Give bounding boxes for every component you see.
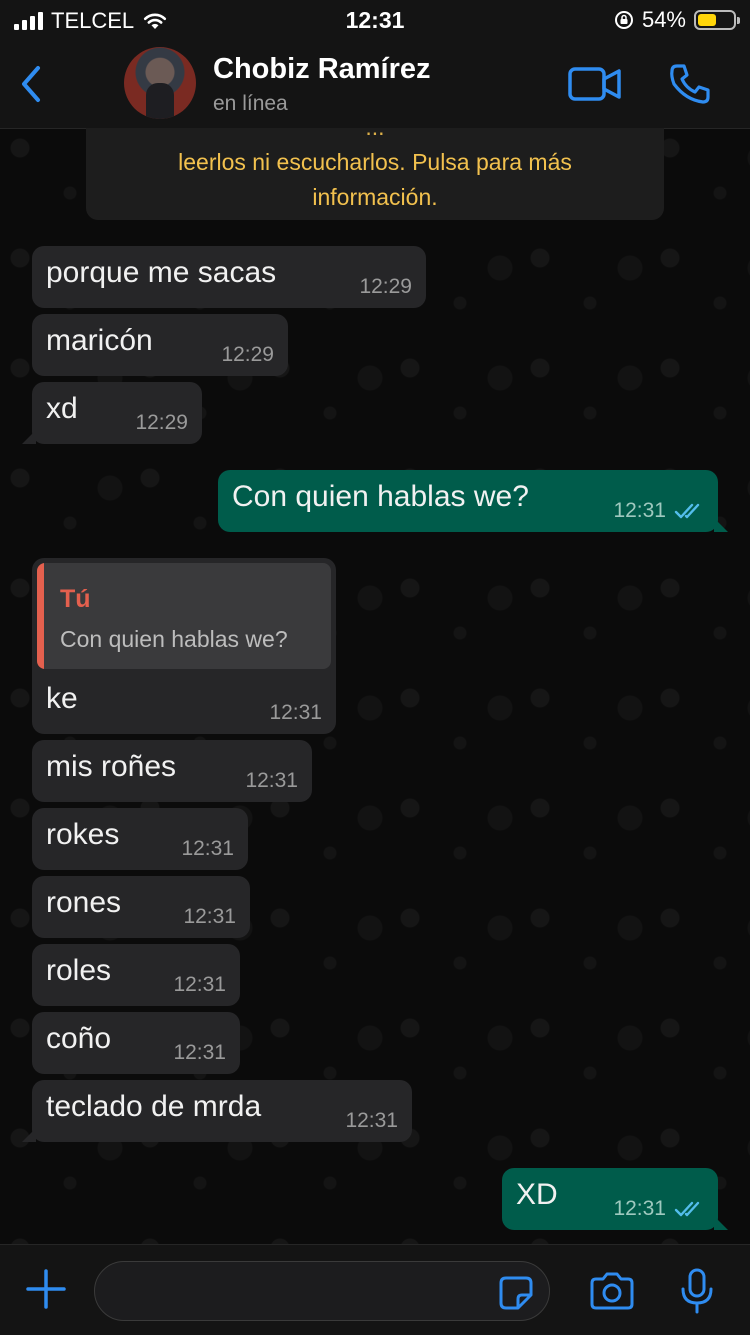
encryption-notice-line1: leerlos ni escucharlos. Pulsa para más [178, 149, 572, 175]
message-bubble-in[interactable]: maricón 12:29 [32, 314, 288, 376]
message-bubble-in[interactable]: coño 12:31 [32, 1012, 240, 1074]
message-time: 12:29 [135, 411, 188, 434]
quoted-message[interactable]: Tú Con quien hablas we? [37, 563, 331, 669]
bubble-tail [22, 1128, 36, 1142]
message-time: 12:31 [183, 905, 236, 928]
message-bubble-in[interactable]: rones 12:31 [32, 876, 250, 938]
message-time: 12:29 [359, 275, 412, 298]
message-composer [0, 1244, 750, 1335]
message-time: 12:31 [245, 769, 298, 792]
message-time: 12:31 [613, 1197, 666, 1220]
double-check-read-icon [674, 503, 700, 519]
message-bubble-in[interactable]: teclado de mrda 12:31 [22, 1080, 412, 1142]
message-time: 12:31 [173, 1041, 226, 1064]
message-bubble-in[interactable]: roles 12:31 [32, 944, 240, 1006]
battery-icon [694, 10, 740, 30]
back-chevron-icon[interactable] [14, 62, 48, 106]
bubble-tail [714, 1216, 728, 1230]
message-input[interactable] [94, 1261, 550, 1321]
plus-icon[interactable] [24, 1267, 68, 1311]
message-text: maricón [46, 324, 153, 357]
status-bar-right: 54% [614, 7, 740, 33]
message-text: mis roñes [46, 750, 177, 783]
contact-name[interactable]: Chobiz Ramírez [213, 53, 431, 86]
battery-level [698, 14, 716, 26]
message-time: 12:31 [181, 837, 234, 860]
battery-percent: 54% [641, 7, 686, 32]
message-bubble-in[interactable]: rokes 12:31 [32, 808, 248, 870]
message-time: 12:31 [269, 701, 322, 724]
message-text: teclado de mrda [46, 1090, 262, 1123]
message-bubble-out[interactable]: Con quien hablas we? 12:31 [218, 470, 728, 532]
message-bubble-in-reply[interactable]: Tú Con quien hablas we? ke 12:31 [32, 558, 336, 734]
avatar[interactable] [124, 47, 196, 119]
video-call-icon[interactable] [568, 66, 622, 102]
message-text: Con quien hablas we? [232, 480, 529, 513]
bubble-tail [714, 518, 728, 532]
message-text: XD [516, 1178, 558, 1211]
camera-icon[interactable] [588, 1271, 636, 1311]
message-text: xd [46, 392, 78, 425]
encryption-notice[interactable]: ... leerlos ni escucharlos. Pulsa para m… [86, 128, 664, 220]
quote-author: Tú [60, 585, 91, 613]
chat-header: Chobiz Ramírez en línea [0, 40, 750, 129]
message-text: roles [46, 954, 112, 987]
quote-text: Con quien hablas we? [60, 626, 288, 652]
phone-call-icon[interactable] [668, 62, 712, 106]
message-time: 12:31 [345, 1109, 398, 1132]
sticker-icon[interactable] [498, 1275, 534, 1311]
message-time: 12:29 [221, 343, 274, 366]
status-bar: TELCEL 12:31 54% [0, 0, 750, 40]
message-bubble-in[interactable]: mis roñes 12:31 [32, 740, 312, 802]
encryption-notice-line2: información. [312, 184, 438, 210]
microphone-icon[interactable] [678, 1267, 716, 1315]
message-text: rokes [46, 818, 120, 851]
message-bubble-out[interactable]: XD 12:31 [502, 1168, 728, 1230]
encryption-notice-cut-line: ... [86, 128, 664, 145]
message-text: porque me sacas [46, 256, 277, 289]
contact-status: en línea [213, 92, 288, 115]
message-bubble-in[interactable]: porque me sacas 12:29 [32, 246, 426, 308]
message-text: rones [46, 886, 122, 919]
message-text: ke [46, 682, 78, 715]
message-text: coño [46, 1022, 112, 1055]
bubble-tail [22, 430, 36, 444]
rotation-lock-icon [614, 11, 633, 29]
message-time: 12:31 [613, 499, 666, 522]
message-time: 12:31 [173, 973, 226, 996]
double-check-read-icon [674, 1201, 700, 1217]
message-bubble-in[interactable]: xd 12:29 [22, 382, 202, 444]
quote-accent-bar [37, 563, 44, 669]
